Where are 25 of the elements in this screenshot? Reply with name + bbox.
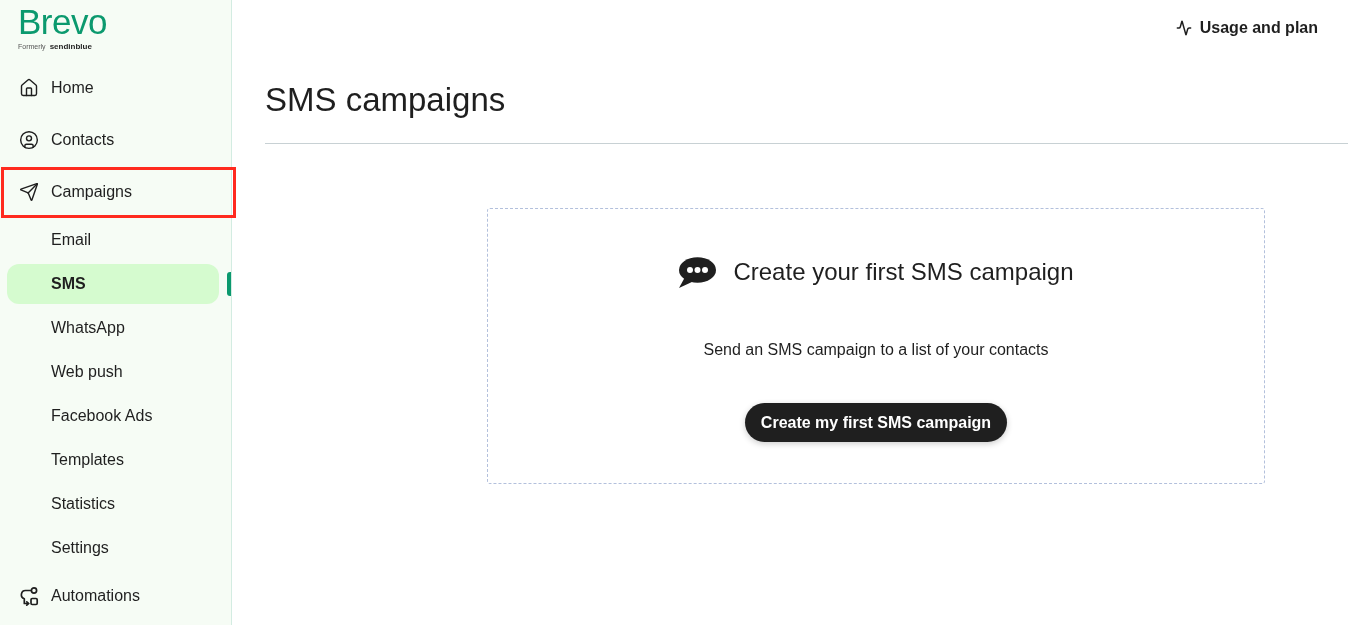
user-circle-icon [19, 130, 39, 150]
sidebar-subitem[interactable]: Settings [7, 528, 219, 568]
sidebar-subitem[interactable]: Statistics [7, 484, 219, 524]
sidebar-item[interactable]: Campaigns [0, 166, 231, 218]
sidebar-subitem[interactable]: SMS [7, 264, 219, 304]
sidebar-subitem[interactable]: Facebook Ads [7, 396, 219, 436]
sidebar-subitem[interactable]: Templates [7, 440, 219, 480]
sidebar-subitem[interactable]: WhatsApp [7, 308, 219, 348]
sidebar-item[interactable]: Automations [0, 570, 231, 622]
sidebar-subitem[interactable]: Email [7, 220, 219, 260]
paper-plane-icon [19, 182, 39, 202]
workflow-icon [19, 586, 39, 606]
home-icon [19, 78, 39, 98]
empty-state-title: Create your first SMS campaign [733, 257, 1074, 287]
create-campaign-button[interactable]: Create my first SMS campaign [744, 403, 1008, 442]
activity-icon [1175, 20, 1192, 36]
sidebar-item[interactable]: Contacts [0, 114, 231, 166]
page-title: SMS campaigns [265, 80, 506, 120]
selection-indicator [227, 272, 231, 296]
chat-bubble-icon [678, 256, 717, 288]
usage-and-plan-link[interactable]: Usage and plan [1175, 16, 1318, 40]
former-brand-name: sendinblue [49, 42, 92, 52]
sidebar-item[interactable]: Home [0, 62, 231, 114]
sidebar-subitem[interactable]: Web push [7, 352, 219, 392]
empty-state-description: Send an SMS campaign to a list of your contacts [703, 340, 1049, 360]
